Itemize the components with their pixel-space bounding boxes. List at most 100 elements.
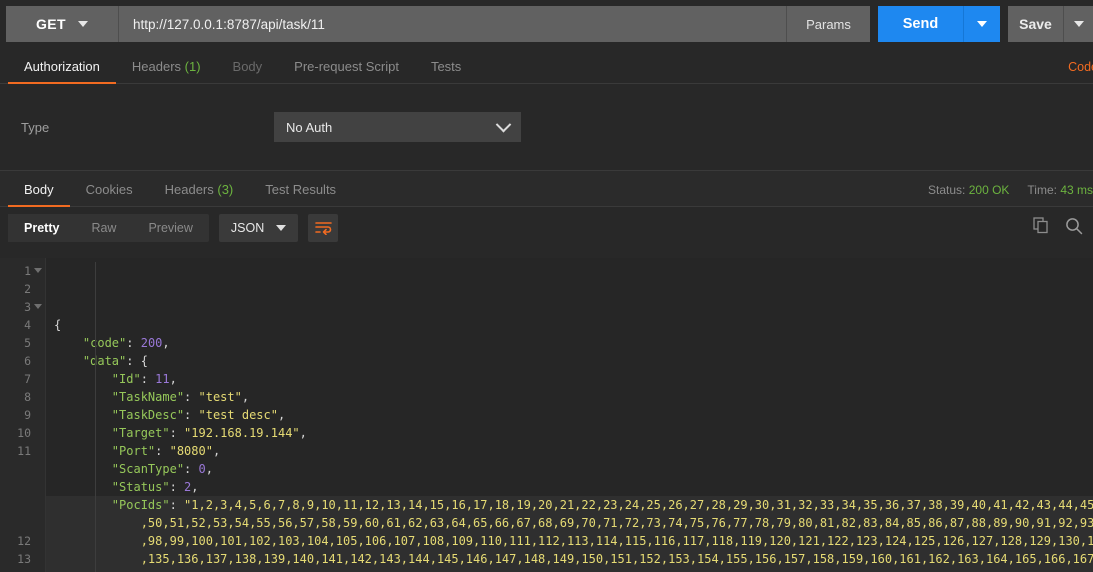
json-punct: , <box>241 390 250 404</box>
response-tab-cookies[interactable]: Cookies <box>70 182 149 206</box>
view-mode-pretty[interactable]: Pretty <box>8 214 76 242</box>
code-line: ,171,172,173,174,175,176,177,178,179,180… <box>46 568 1093 572</box>
response-tab-test-results[interactable]: Test Results <box>249 182 352 206</box>
tab-label: Test Results <box>265 182 337 197</box>
json-number: 11 <box>155 372 170 386</box>
auth-type-label: Type <box>21 119 50 135</box>
code-line: ,98,99,100,101,102,103,104,105,106,107,1… <box>46 532 1093 550</box>
request-tab-headers[interactable]: Headers (1) <box>116 59 217 83</box>
json-punct: , <box>169 372 177 386</box>
time-label: Time: <box>1027 183 1061 197</box>
response-view-mode-group: Pretty Raw Preview <box>8 214 209 242</box>
json-string: "test desc" <box>198 408 278 422</box>
json-key: "Port" <box>111 444 156 458</box>
json-code-content[interactable]: { "code": 200, "data": { "Id": 11, "Task… <box>46 258 1093 572</box>
response-tab-body[interactable]: Body <box>8 182 70 207</box>
tab-label: Headers <box>131 59 182 74</box>
json-punct: , <box>277 408 286 422</box>
json-key: "code" <box>82 336 127 350</box>
chevron-down-icon <box>495 116 512 132</box>
time-indicator: Time: 43 ms <box>1027 183 1093 197</box>
line-number: 10 <box>17 426 31 440</box>
tab-label: Headers <box>164 182 214 197</box>
line-number: 12 <box>17 534 31 548</box>
authorization-panel: Type No Auth <box>0 84 1093 170</box>
json-number: 0 <box>198 462 206 476</box>
copy-button[interactable] <box>1033 217 1049 239</box>
search-button[interactable] <box>1065 217 1083 240</box>
request-tab-authorization[interactable]: Authorization <box>8 59 116 84</box>
json-key: "Target" <box>111 426 170 440</box>
code-line: "TaskName": "test", <box>46 388 1093 406</box>
response-body-viewer[interactable]: 123456789101112131415161718 { "code": 20… <box>0 258 1093 572</box>
send-button[interactable]: Send <box>878 6 963 42</box>
save-button[interactable]: Save <box>1008 6 1063 42</box>
line-number: 11 <box>17 444 31 458</box>
json-string: "192.168.19.144" <box>184 426 300 440</box>
request-tab-pre-request-script[interactable]: Pre-request Script <box>278 59 415 83</box>
save-label: Save <box>1019 16 1052 32</box>
request-url-input[interactable] <box>119 6 786 42</box>
response-tab-headers[interactable]: Headers (3) <box>149 182 250 206</box>
params-button[interactable]: Params <box>786 6 870 42</box>
auth-type-select[interactable]: No Auth <box>274 112 521 142</box>
response-view-toolbar: Pretty Raw Preview JSON <box>0 207 1093 249</box>
json-punct: { <box>54 318 62 332</box>
http-method-label: GET <box>36 16 66 32</box>
code-line: "Port": "8080", <box>46 442 1093 460</box>
json-punct: , <box>191 480 199 494</box>
code-line: { <box>46 316 1093 334</box>
json-key: "TaskDesc" <box>111 408 185 422</box>
fold-toggle-icon[interactable] <box>34 304 42 309</box>
params-label: Params <box>806 16 851 32</box>
send-options-button[interactable] <box>963 6 1000 42</box>
line-number: 2 <box>24 282 31 296</box>
json-key: "PocIds" <box>111 498 170 512</box>
json-string: "1,2,3,4,5,6,7,8,9,10,11,12,13,14,15,16,… <box>184 498 1093 512</box>
search-icon <box>1066 217 1083 234</box>
view-mode-preview[interactable]: Preview <box>132 214 208 242</box>
status-indicator: Status: 200 OK <box>928 183 1009 197</box>
json-punct: : <box>126 336 141 350</box>
line-number: 9 <box>24 408 31 422</box>
word-wrap-button[interactable] <box>308 214 339 242</box>
tab-count-badge: (1) <box>181 59 201 74</box>
code-link[interactable]: Code <box>1068 60 1093 74</box>
json-number: 200 <box>140 336 163 350</box>
tab-label: Authorization <box>24 59 100 74</box>
json-punct: : <box>155 444 170 458</box>
line-number <box>0 460 45 478</box>
code-line: "code": 200, <box>46 334 1093 352</box>
fold-toggle-icon[interactable] <box>34 268 42 273</box>
code-line: "Target": "192.168.19.144", <box>46 424 1093 442</box>
copy-icon <box>1033 217 1048 234</box>
status-value: 200 OK <box>968 183 1010 197</box>
json-punct: : <box>169 480 185 494</box>
line-number: 7 <box>24 372 31 386</box>
save-options-button[interactable] <box>1063 6 1093 42</box>
time-value: 43 ms <box>1060 183 1093 197</box>
indent-guide <box>95 262 96 572</box>
json-punct: : { <box>126 354 148 368</box>
code-line: "PocIds": "1,2,3,4,5,6,7,8,9,10,11,12,13… <box>46 496 1093 514</box>
response-format-select[interactable]: JSON <box>218 214 299 242</box>
view-mode-raw[interactable]: Raw <box>75 214 132 242</box>
line-number: 13 <box>17 552 31 566</box>
code-line: "Id": 11, <box>46 370 1093 388</box>
request-tab-body[interactable]: Body <box>217 59 279 83</box>
request-url-bar: GET Params Send Save <box>0 0 1093 48</box>
save-button-group: Save <box>1008 6 1093 42</box>
word-wrap-icon <box>314 222 332 235</box>
json-string: "test" <box>198 390 242 404</box>
json-punct: : <box>140 372 156 386</box>
json-string: "8080" <box>169 444 213 458</box>
json-key: "ScanType" <box>111 462 185 476</box>
json-punct: : <box>169 426 185 440</box>
json-punct: , <box>205 462 213 476</box>
json-key: "data" <box>82 354 127 368</box>
send-label: Send <box>902 16 939 32</box>
send-button-group: Send <box>878 6 1000 42</box>
chevron-down-icon <box>1073 21 1084 27</box>
request-tab-tests[interactable]: Tests <box>415 59 477 83</box>
http-method-selector[interactable]: GET <box>6 6 119 42</box>
